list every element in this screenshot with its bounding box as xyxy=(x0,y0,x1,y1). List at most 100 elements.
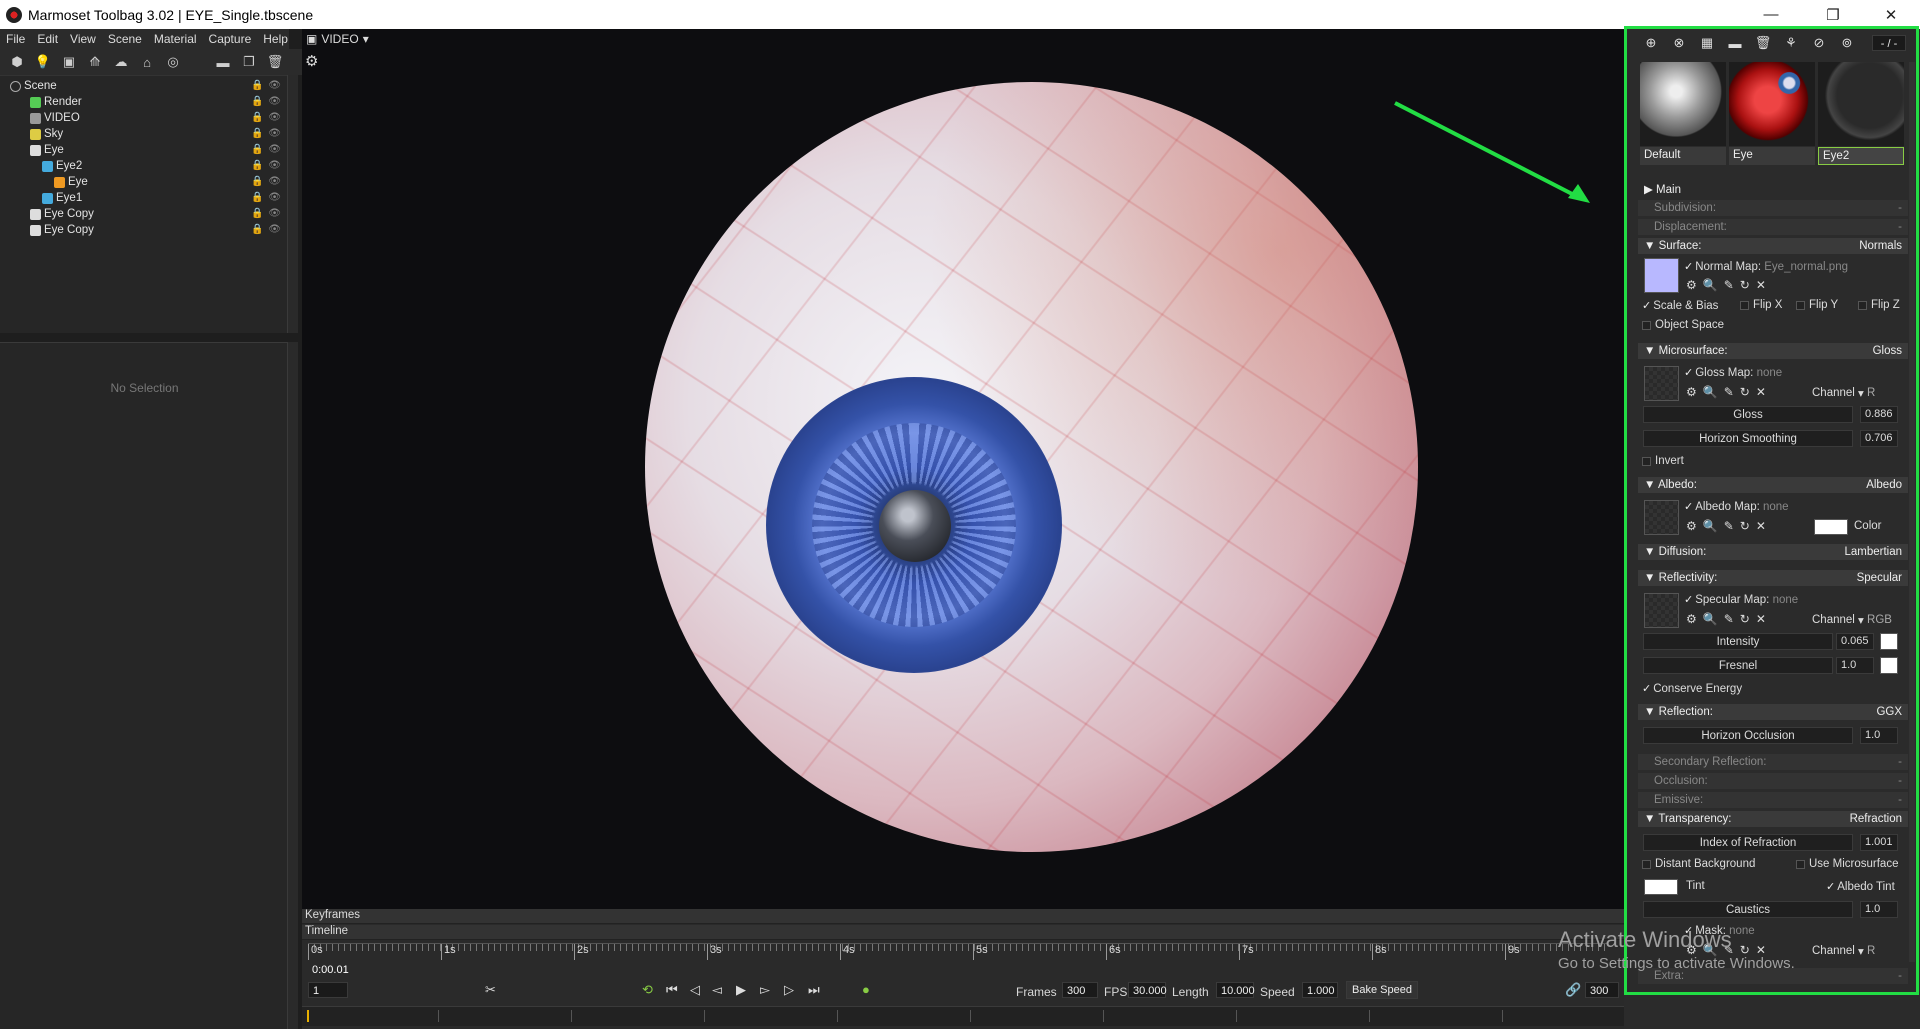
albedo-color-swatch[interactable] xyxy=(1814,519,1848,535)
scissors-icon[interactable]: ✂ xyxy=(485,982,496,998)
channel-select[interactable]: Channel ▾ R xyxy=(1812,386,1875,400)
conserve-energy-checkbox[interactable]: ✓ Conserve Energy xyxy=(1642,682,1742,696)
distant-background-checkbox[interactable]: Distant Background xyxy=(1642,858,1755,870)
menu-view[interactable]: View xyxy=(64,32,102,46)
lock-visibility-icons[interactable]: 🔒 👁 xyxy=(251,176,281,187)
horizon-smoothing-slider[interactable]: Horizon Smoothing xyxy=(1643,430,1853,447)
prev-frame-icon[interactable]: ◅ xyxy=(712,982,722,998)
fresnel-slider[interactable]: Fresnel xyxy=(1643,657,1833,674)
maximize-button[interactable]: ❐ xyxy=(1810,0,1856,29)
specular-map-swatch[interactable] xyxy=(1644,593,1679,628)
material-scrollbar[interactable] xyxy=(1909,62,1915,962)
material-thumb-default[interactable]: Default xyxy=(1640,62,1726,166)
horizon-occlusion-value[interactable]: 1.0 xyxy=(1860,727,1898,744)
add-material-icon[interactable]: ⊕ xyxy=(1640,33,1662,53)
gloss-map-swatch[interactable] xyxy=(1644,366,1679,401)
folder-icon[interactable]: ▬ xyxy=(1724,33,1746,53)
duplicate-icon[interactable]: ❐ xyxy=(238,52,260,72)
add-object-icon[interactable]: ⬢ xyxy=(6,52,28,72)
tree-item-eye-copy[interactable]: Eye Copy xyxy=(30,206,94,222)
menu-help[interactable]: Help xyxy=(257,32,294,46)
lock-visibility-icons[interactable]: 🔒 👁 xyxy=(251,160,281,171)
intensity-value[interactable]: 0.065 xyxy=(1836,633,1874,650)
ior-value[interactable]: 1.001 xyxy=(1860,834,1898,851)
section-diffusion[interactable]: ▼ Diffusion: Lambertian xyxy=(1638,544,1908,560)
skip-start-icon[interactable]: ⏮ xyxy=(666,982,678,998)
next-key-icon[interactable]: ▷ xyxy=(784,982,794,998)
tree-item-eye2[interactable]: Eye2 xyxy=(42,158,82,174)
lock-visibility-icons[interactable]: 🔒 👁 xyxy=(251,80,281,91)
delete-icon[interactable]: 🗑 xyxy=(264,52,286,72)
horizon-occlusion-slider[interactable]: Horizon Occlusion xyxy=(1643,727,1853,744)
folder-icon[interactable]: ▬ xyxy=(212,52,234,72)
lock-visibility-icons[interactable]: 🔒 👁 xyxy=(251,224,281,235)
object-space-checkbox[interactable]: Object Space xyxy=(1642,319,1724,331)
material-counter[interactable]: - / - xyxy=(1872,35,1906,51)
ior-slider[interactable]: Index of Refraction xyxy=(1643,834,1853,851)
skip-end-icon[interactable]: ⏭ xyxy=(808,982,820,998)
section-subdivision[interactable]: Subdivision: - xyxy=(1638,200,1908,216)
material-thumb-eye[interactable]: Eye xyxy=(1729,62,1815,166)
close-button[interactable]: ✕ xyxy=(1868,0,1914,29)
link-icon[interactable]: 🔗 xyxy=(1565,982,1581,998)
gear-icon[interactable]: ⚙ xyxy=(305,52,318,70)
horizon-smoothing-value[interactable]: 0.706 xyxy=(1860,430,1898,447)
frame-field[interactable]: 1 xyxy=(308,982,348,998)
menu-capture[interactable]: Capture xyxy=(203,32,258,46)
albedo-tint-checkbox[interactable]: ✓ Albedo Tint xyxy=(1826,880,1895,894)
lock-visibility-icons[interactable]: 🔒 👁 xyxy=(251,192,281,203)
lock-visibility-icons[interactable]: 🔒 👁 xyxy=(251,208,281,219)
lock-visibility-icons[interactable]: 🔒 👁 xyxy=(251,128,281,139)
eyedropper-icon[interactable]: ⊘ xyxy=(1808,33,1830,53)
fps-field[interactable]: 30.000 xyxy=(1128,982,1167,998)
length-field[interactable]: 10.000 xyxy=(1216,982,1255,998)
caustics-slider[interactable]: Caustics xyxy=(1643,901,1853,918)
section-displacement[interactable]: Displacement: - xyxy=(1638,219,1908,235)
map-tool-icons[interactable]: ⚙ 🔍 ✎ ↻ ✕ xyxy=(1686,385,1766,399)
section-main[interactable]: ▶ Main xyxy=(1638,181,1908,197)
albedo-map-swatch[interactable] xyxy=(1644,500,1679,535)
lock-visibility-icons[interactable]: 🔒 👁 xyxy=(251,144,281,155)
section-albedo[interactable]: ▼ Albedo: Albedo xyxy=(1638,477,1908,493)
flip-y-checkbox[interactable]: Flip Y xyxy=(1796,299,1838,311)
menu-material[interactable]: Material xyxy=(148,32,203,46)
section-emissive[interactable]: Emissive: - xyxy=(1638,792,1908,808)
menu-scene[interactable]: Scene xyxy=(102,32,148,46)
channel-select[interactable]: Channel ▾ R xyxy=(1812,944,1875,958)
checker-icon[interactable]: ▦ xyxy=(1696,33,1718,53)
tree-item-render[interactable]: Render xyxy=(30,94,82,110)
menu-edit[interactable]: Edit xyxy=(31,32,64,46)
properties-scrollbar[interactable] xyxy=(287,342,298,1029)
delete-icon[interactable]: 🗑 xyxy=(1752,33,1774,53)
outliner-scrollbar[interactable] xyxy=(287,75,298,333)
lock-visibility-icons[interactable]: 🔒 👁 xyxy=(251,112,281,123)
menu-file[interactable]: File xyxy=(0,32,31,46)
tree-item-eye1[interactable]: Eye1 xyxy=(42,190,82,206)
normal-map-swatch[interactable] xyxy=(1644,258,1679,293)
tree-item-eye-sub[interactable]: Eye xyxy=(54,174,88,190)
assign-icon[interactable]: ⚘ xyxy=(1780,33,1802,53)
use-microsurface-checkbox[interactable]: Use Microsurface xyxy=(1796,858,1898,870)
flip-x-checkbox[interactable]: Flip X xyxy=(1740,299,1782,311)
add-fog-icon[interactable]: ☁ xyxy=(110,52,132,72)
section-secondary-reflection[interactable]: Secondary Reflection: - xyxy=(1638,754,1908,770)
gloss-value[interactable]: 0.886 xyxy=(1860,406,1898,423)
section-microsurface[interactable]: ▼ Microsurface: Gloss xyxy=(1638,343,1908,359)
section-transparency[interactable]: ▼ Transparency: Refraction xyxy=(1638,811,1908,827)
play-icon[interactable]: ▶ xyxy=(736,982,746,998)
speed-field[interactable]: 1.000 xyxy=(1302,982,1338,998)
add-camera-icon[interactable]: ▣ xyxy=(58,52,80,72)
tree-item-sky[interactable]: Sky xyxy=(30,126,63,142)
section-reflectivity[interactable]: ▼ Reflectivity: Specular xyxy=(1638,570,1908,586)
flip-z-checkbox[interactable]: Flip Z xyxy=(1858,299,1900,311)
material-thumb-eye2[interactable]: Eye2 xyxy=(1818,62,1904,166)
intensity-color-swatch[interactable] xyxy=(1880,633,1898,650)
camera-selector[interactable]: ▣ VIDEO ▾ xyxy=(302,29,373,49)
gloss-slider[interactable]: Gloss xyxy=(1643,406,1853,423)
section-reflection[interactable]: ▼ Reflection: GGX xyxy=(1638,704,1908,720)
end-frame-field[interactable]: 300 xyxy=(1585,982,1619,998)
prev-key-icon[interactable]: ◁ xyxy=(690,982,700,998)
fresnel-value[interactable]: 1.0 xyxy=(1836,657,1874,674)
add-turntable-icon[interactable]: ◎ xyxy=(162,52,184,72)
tree-item-eye[interactable]: Eye xyxy=(30,142,64,158)
